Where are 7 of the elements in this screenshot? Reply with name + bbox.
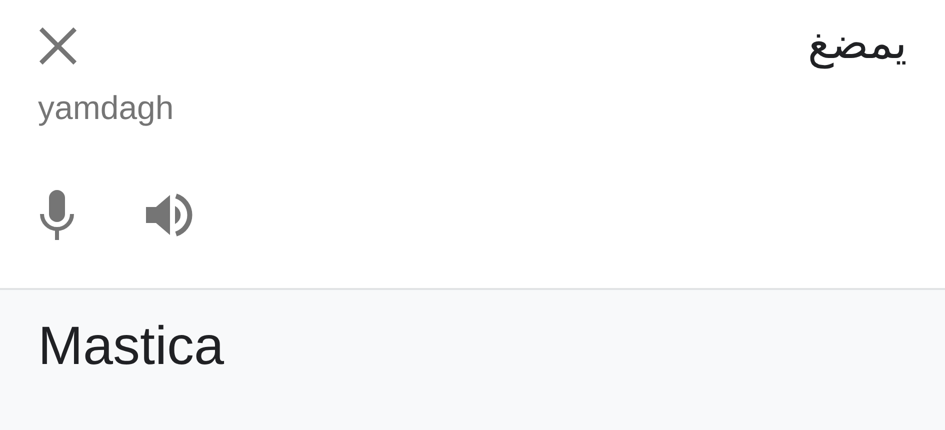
microphone-button[interactable] [38,190,76,243]
close-icon [38,26,78,66]
transliteration: yamdagh [38,88,175,128]
close-button[interactable] [38,26,78,66]
translation-text: Mastica [38,316,224,376]
microphone-icon [38,190,76,240]
source-text: يمضغ [808,18,907,71]
